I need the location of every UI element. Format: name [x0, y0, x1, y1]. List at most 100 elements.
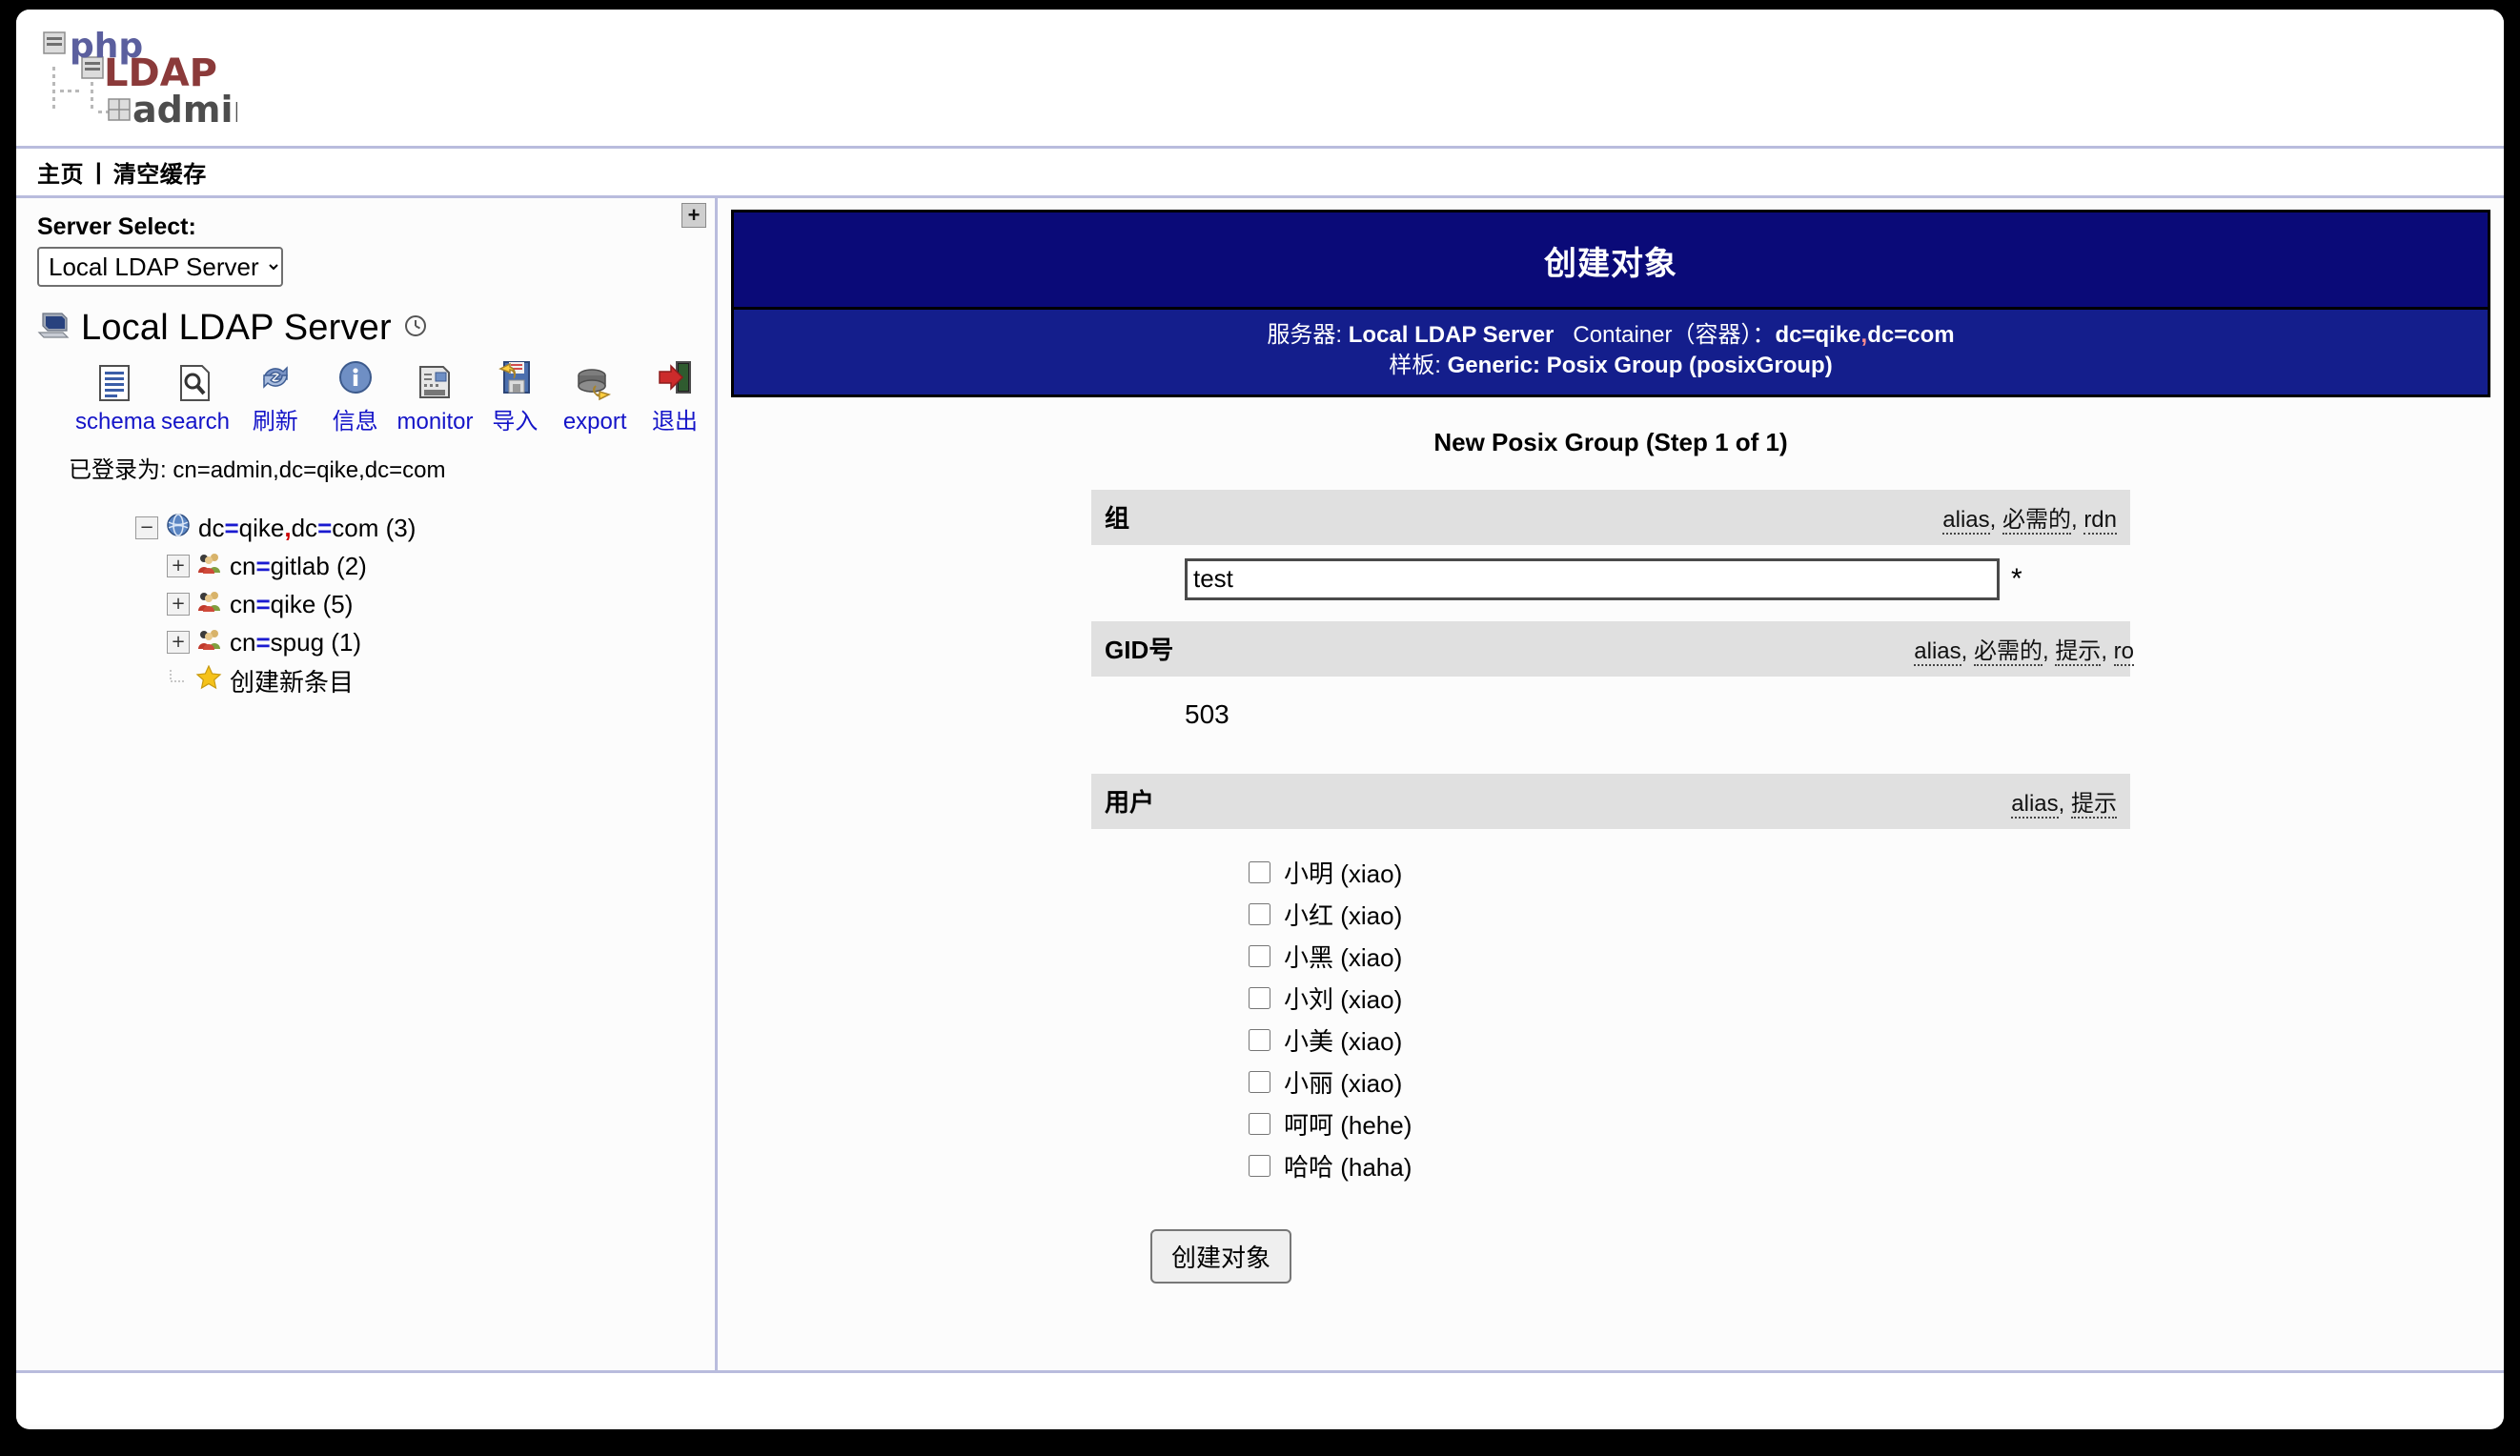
tree-node-gitlab[interactable]: + cn=gitlab (2): [135, 547, 715, 585]
member-item[interactable]: 小丽 (xiao): [1249, 1064, 2130, 1100]
create-object-button[interactable]: 创建对象: [1150, 1228, 1292, 1284]
member-item[interactable]: 小明 (xiao): [1249, 855, 2130, 890]
tree-node-label[interactable]: cn=spug (1): [230, 628, 361, 657]
sidebar-expand-button[interactable]: +: [681, 203, 706, 228]
tree-node-label[interactable]: cn=qike (5): [230, 590, 353, 619]
member-label[interactable]: 小红 (xiao): [1284, 897, 1402, 932]
tree-node-label[interactable]: dc=qike,dc=com (3): [198, 514, 416, 543]
tree-expand-icon[interactable]: +: [167, 555, 190, 577]
nav-purge-cache-link[interactable]: 清空缓存: [113, 155, 207, 189]
tree-node-label[interactable]: 创建新条目: [230, 663, 354, 698]
footer-strip: [16, 1370, 2504, 1425]
export-database-icon: [575, 363, 615, 405]
form-step-title: New Posix Group (Step 1 of 1): [1433, 427, 1788, 456]
server-heading: Local LDAP Server: [37, 308, 715, 349]
member-label[interactable]: 小丽 (xiao): [1284, 1064, 1402, 1100]
container-value: dc=qike,dc=com: [1775, 322, 1955, 348]
toolbar-monitor-button[interactable]: monitor: [396, 363, 476, 435]
tree-collapse-icon[interactable]: −: [135, 516, 158, 539]
group-name-input[interactable]: [1185, 557, 2000, 600]
server-toolbar: schema search 刷新 信息 monitor 导入 export 退出: [75, 356, 715, 435]
gid-value-row: 503: [1091, 677, 2130, 774]
page-subheader: 服务器: Local LDAP Server Container（容器）：dc=…: [734, 310, 2488, 394]
tree-node-root[interactable]: − dc=qike,dc=com (3): [135, 509, 715, 547]
member-checkbox[interactable]: [1249, 1070, 1270, 1093]
container-label: Container（容器）：: [1573, 322, 1776, 348]
logo-banner: php LDAP admin: [16, 10, 2504, 149]
tree-node-label[interactable]: cn=gitlab (2): [230, 552, 367, 581]
group-users-icon: [197, 590, 222, 619]
tree-node-rdn: cn=spug: [230, 627, 325, 657]
tree-expand-icon[interactable]: +: [167, 631, 190, 654]
hint-alias[interactable]: alias: [2011, 791, 2059, 819]
hint-readonly[interactable]: ro: [2113, 638, 2134, 667]
tree-node-rdn: cn=qike: [230, 589, 316, 618]
page-title: 创建对象: [734, 212, 2488, 310]
tree-line-stub: [167, 670, 188, 691]
page-card: php LDAP admin 主页 | 清空缓存 + Server Select…: [16, 10, 2504, 1429]
schema-document-icon: [97, 363, 133, 405]
member-checkbox[interactable]: [1249, 944, 1270, 967]
member-label[interactable]: 小黑 (xiao): [1284, 939, 1402, 974]
member-checkbox[interactable]: [1249, 860, 1270, 883]
member-label[interactable]: 呵呵 (hehe): [1284, 1106, 1412, 1142]
nav-home-link[interactable]: 主页: [37, 155, 84, 189]
tree-expand-icon[interactable]: +: [167, 593, 190, 616]
member-checkbox[interactable]: [1249, 1112, 1270, 1135]
member-item[interactable]: 呵呵 (hehe): [1249, 1106, 2130, 1142]
member-checkbox[interactable]: [1249, 986, 1270, 1009]
tree-node-spug[interactable]: + cn=spug (1): [135, 623, 715, 661]
page-header-banner: 创建对象 服务器: Local LDAP Server Container（容器…: [731, 210, 2490, 397]
member-item[interactable]: 小刘 (xiao): [1249, 981, 2130, 1016]
hint-required[interactable]: 必需的: [1973, 638, 2042, 667]
toolbar-search-button[interactable]: search: [155, 363, 235, 435]
monitor-icon: [417, 363, 455, 405]
server-value: Local LDAP Server: [1348, 322, 1555, 348]
member-label[interactable]: 哈哈 (haha): [1284, 1148, 1412, 1183]
refresh-icon: [256, 356, 295, 398]
member-label[interactable]: 小明 (xiao): [1284, 855, 1402, 890]
import-floppy-icon: [495, 356, 535, 398]
member-label[interactable]: 小美 (xiao): [1284, 1022, 1402, 1058]
toolbar-import-button[interactable]: 导入: [475, 356, 555, 435]
member-item[interactable]: 小红 (xiao): [1249, 897, 2130, 932]
tree-create-new-entry[interactable]: 创建新条目: [135, 661, 715, 699]
subheader-line-2: 样板: Generic: Posix Group (posixGroup): [734, 351, 2488, 381]
member-checkbox[interactable]: [1249, 902, 1270, 925]
member-item[interactable]: 小美 (xiao): [1249, 1022, 2130, 1058]
toolbar-label: schema: [75, 409, 156, 435]
toolbar-logout-button[interactable]: 退出: [635, 356, 715, 435]
attribute-label: 用户: [1105, 788, 1155, 818]
member-item[interactable]: 哈哈 (haha): [1249, 1148, 2130, 1183]
toolbar-label: 刷新: [252, 409, 298, 435]
group-users-icon: [197, 628, 222, 657]
member-item[interactable]: 小黑 (xiao): [1249, 939, 2130, 974]
member-checkbox[interactable]: [1249, 1028, 1270, 1051]
toolbar-label: export: [562, 409, 627, 435]
subheader-line-1: 服务器: Local LDAP Server Container（容器）：dc=…: [734, 320, 2488, 351]
server-name: Local LDAP Server: [81, 308, 392, 348]
toolbar-refresh-button[interactable]: 刷新: [235, 356, 315, 435]
hint-alias[interactable]: alias: [1942, 507, 1990, 536]
tree-node-qike[interactable]: + cn=qike (5): [135, 585, 715, 623]
hint-tip[interactable]: 提示: [2071, 791, 2117, 819]
logged-in-label: 已登录为:: [69, 457, 167, 483]
toolbar-info-button[interactable]: 信息: [315, 356, 396, 435]
toolbar-schema-button[interactable]: schema: [75, 363, 155, 435]
tree-node-count: (5): [322, 589, 354, 618]
logged-in-status: 已登录为: cn=admin,dc=qike,dc=com: [69, 451, 715, 484]
hint-alias[interactable]: alias: [1914, 638, 1961, 667]
hint-required[interactable]: 必需的: [2002, 507, 2071, 536]
hint-rdn[interactable]: rdn: [2083, 507, 2117, 536]
toolbar-export-button[interactable]: export: [555, 363, 635, 435]
member-checkbox[interactable]: [1249, 1154, 1270, 1177]
attribute-header-group: 组 alias, 必需的, rdn: [1091, 489, 2130, 545]
member-label[interactable]: 小刘 (xiao): [1284, 981, 1402, 1016]
attribute-header-members: 用户 alias, 提示: [1091, 773, 2130, 829]
clock-icon: [403, 313, 428, 343]
globe-icon: [166, 513, 191, 544]
svg-text:admin: admin: [132, 89, 237, 131]
hint-tip[interactable]: 提示: [2055, 638, 2102, 667]
server-select-dropdown[interactable]: Local LDAP Server: [37, 247, 283, 287]
ldap-tree: − dc=qike,dc=com (3) + cn=gitlab (2) + c…: [16, 509, 715, 699]
